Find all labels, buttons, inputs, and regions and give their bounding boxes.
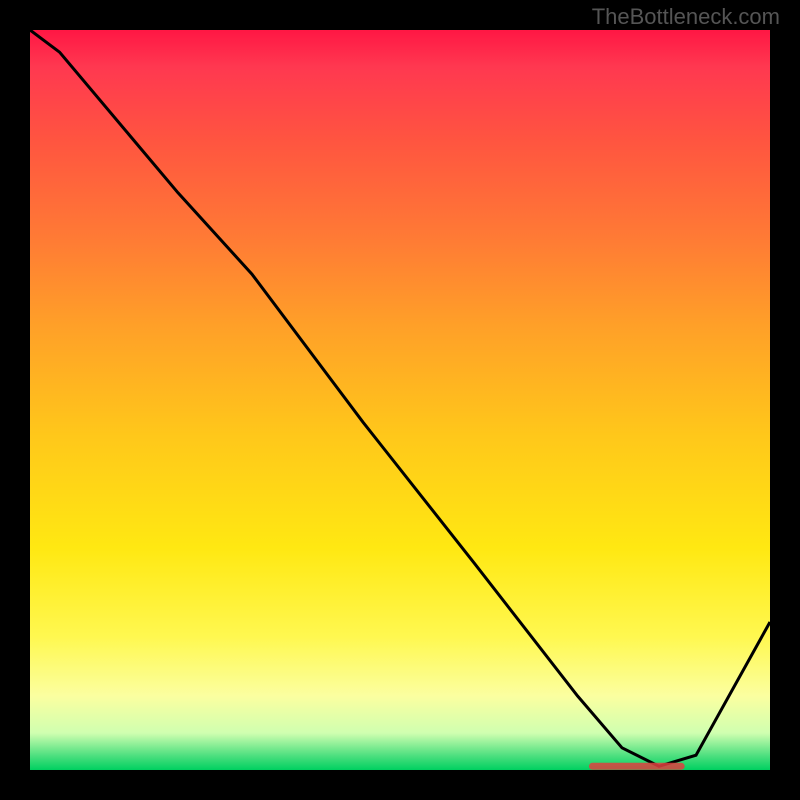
bottleneck-curve-line <box>30 30 770 766</box>
watermark-text: TheBottleneck.com <box>592 4 780 30</box>
chart-plot-area <box>30 30 770 770</box>
chart-svg <box>30 30 770 770</box>
